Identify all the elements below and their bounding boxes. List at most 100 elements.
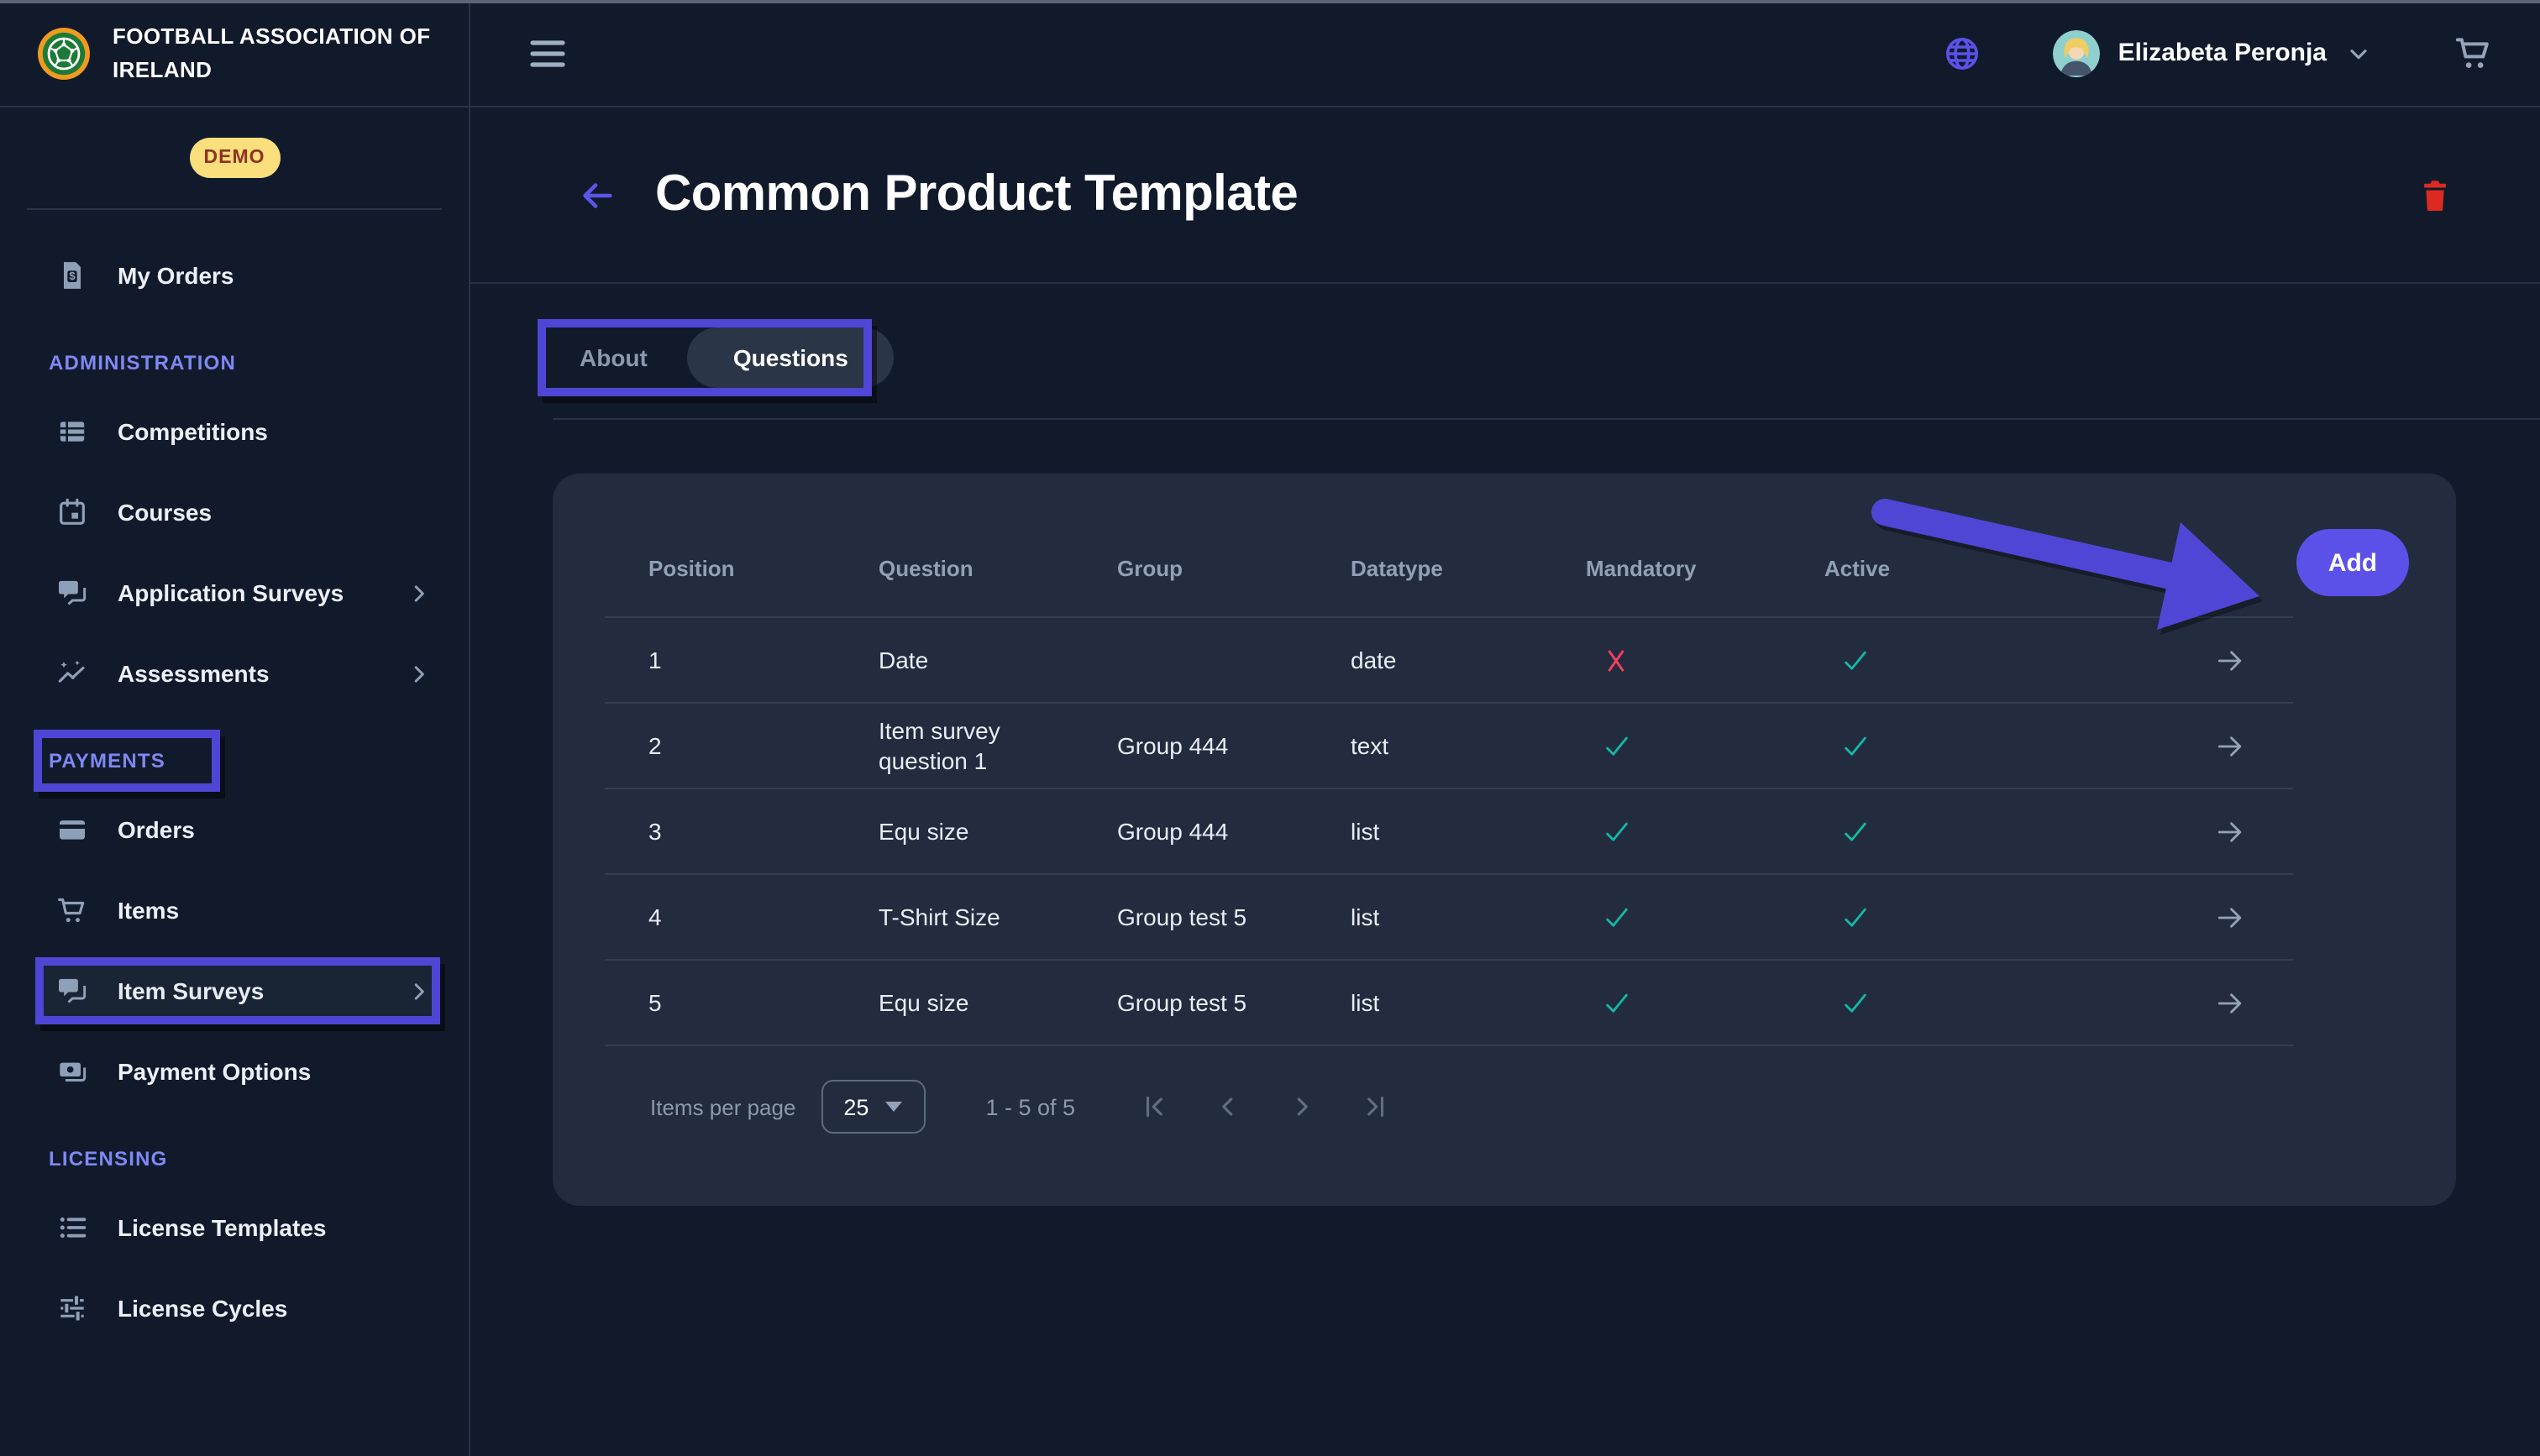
last-page-button[interactable]: [1361, 1092, 1391, 1122]
section-header-administration: ADMINISTRATION: [0, 349, 469, 374]
items-per-page-label: Items per page: [650, 1094, 795, 1119]
cell-question: Equ size: [835, 987, 1073, 1018]
cell-group: Group 444: [1073, 732, 1307, 759]
mandatory-check-icon: [1603, 817, 1631, 846]
questions-card: Add Position Question Group Datatype Man…: [553, 474, 2456, 1206]
user-menu[interactable]: Elizabeta Peronja: [2053, 29, 2372, 76]
active-check-icon: [1841, 903, 1870, 931]
tabs-row: About Questions: [470, 284, 2540, 418]
main-content: Common Product Template About Questions: [470, 107, 2540, 1456]
previous-page-button[interactable]: [1213, 1092, 1243, 1122]
column-header-mandatory: Mandatory: [1542, 556, 1781, 581]
org-name: FOOTBALL ASSOCIATION OF IRELAND: [113, 20, 431, 86]
first-page-button[interactable]: [1139, 1092, 1169, 1122]
cell-mandatory: [1542, 903, 1781, 931]
sidebar-item-label: Competitions: [118, 418, 268, 445]
active-check-icon: [1841, 988, 1870, 1017]
open-row-button[interactable]: [2214, 815, 2246, 847]
menu-toggle-button[interactable]: [529, 38, 566, 68]
cell-question: Equ size: [835, 816, 1073, 846]
pagination-range: 1 - 5 of 5: [985, 1094, 1075, 1119]
next-page-button[interactable]: [1287, 1092, 1317, 1122]
tab-questions[interactable]: Questions: [688, 327, 894, 388]
cell-mandatory: [1542, 988, 1781, 1017]
tab-about[interactable]: About: [573, 327, 654, 388]
mandatory-check-icon: [1603, 988, 1631, 1017]
sidebar-item-payment-options[interactable]: Payment Options: [0, 1031, 469, 1112]
cell-position: 2: [605, 732, 835, 759]
page-title: Common Product Template: [655, 166, 2380, 223]
cell-mandatory: [1542, 817, 1781, 846]
list-bulleted-icon: [55, 1211, 89, 1244]
active-check-icon: [1841, 646, 1870, 674]
open-row-button[interactable]: [2214, 901, 2246, 933]
globe-icon: [1942, 33, 1982, 73]
cell-group: Group 444: [1073, 818, 1307, 845]
cell-active: [1781, 903, 2019, 931]
add-question-button[interactable]: Add: [2296, 529, 2409, 596]
cell-position: 4: [605, 903, 835, 930]
cell-datatype: list: [1307, 818, 1542, 845]
caret-down-icon: [885, 1102, 902, 1112]
sidebar-item-label: License Cycles: [118, 1295, 287, 1322]
topbar: FOOTBALL ASSOCIATION OF IRELAND: [0, 0, 2540, 107]
chat-survey-icon: [55, 974, 89, 1008]
sliders-icon: [55, 1291, 89, 1325]
cell-datatype: text: [1307, 732, 1542, 759]
cell-mandatory: [1542, 646, 1781, 674]
sidebar-item-label: Orders: [118, 816, 195, 843]
cell-active: [1781, 817, 2019, 846]
sidebar-item-license-templates[interactable]: License Templates: [0, 1187, 469, 1268]
cart-button[interactable]: [2453, 32, 2495, 74]
cell-active: [1781, 988, 2019, 1017]
cell-group: Group test 5: [1073, 989, 1307, 1016]
sidebar-item-assessments[interactable]: Assessments: [0, 633, 469, 714]
sidebar-item-label: License Templates: [118, 1214, 327, 1241]
cell-datatype: date: [1307, 647, 1542, 673]
sidebar-nav: $ My Orders ADMINISTRATION Comp: [0, 235, 469, 1349]
open-row-button[interactable]: [2214, 644, 2246, 676]
sidebar-item-items[interactable]: Items: [0, 870, 469, 951]
tabs-divider: [553, 418, 2540, 420]
cell-open: [2019, 644, 2293, 676]
sidebar-item-orders[interactable]: Orders: [0, 789, 469, 870]
sidebar-item-label: Courses: [118, 499, 212, 526]
language-button[interactable]: [1942, 33, 1982, 73]
table-row[interactable]: 2 Item survey question 1 Group 444 text: [605, 704, 2293, 789]
cell-datatype: list: [1307, 903, 1542, 930]
sidebar-item-label: Application Surveys: [118, 579, 344, 606]
sidebar-item-competitions[interactable]: Competitions: [0, 391, 469, 472]
sidebar-item-application-surveys[interactable]: Application Surveys: [0, 553, 469, 633]
table-row[interactable]: 4 T-Shirt Size Group test 5 list: [605, 875, 2293, 961]
sidebar-item-license-cycles[interactable]: License Cycles: [0, 1268, 469, 1349]
table-row[interactable]: 3 Equ size Group 444 list: [605, 789, 2293, 875]
table-row[interactable]: 1 Date date: [605, 618, 2293, 704]
cell-active: [1781, 646, 2019, 674]
brand-logo-block[interactable]: FOOTBALL ASSOCIATION OF IRELAND: [0, 0, 470, 106]
app-window: FOOTBALL ASSOCIATION OF IRELAND: [0, 0, 2540, 1456]
hamburger-icon: [529, 38, 566, 68]
chevron-right-icon: [407, 580, 432, 605]
calendar-icon: [55, 495, 89, 529]
sidebar-item-item-surveys[interactable]: Item Surveys: [0, 951, 469, 1031]
table-list-icon: [55, 415, 89, 448]
sidebar-item-courses[interactable]: Courses: [0, 472, 469, 553]
sidebar-item-label: Items: [118, 897, 179, 924]
sidebar-item-my-orders[interactable]: $ My Orders: [0, 235, 469, 316]
chevron-down-icon: [2345, 39, 2372, 66]
back-button[interactable]: [578, 175, 617, 214]
open-row-button[interactable]: [2214, 730, 2246, 762]
cell-active: [1781, 731, 2019, 760]
cell-open: [2019, 987, 2293, 1019]
banknote-icon: [55, 1055, 89, 1088]
delete-template-button[interactable]: [2419, 177, 2451, 212]
sidebar-item-label: Assessments: [118, 660, 270, 687]
column-header-question: Question: [835, 556, 1073, 581]
table-row[interactable]: 5 Equ size Group test 5 list: [605, 961, 2293, 1046]
open-row-button[interactable]: [2214, 987, 2246, 1019]
mandatory-check-icon: [1603, 903, 1631, 931]
mandatory-x-icon: [1603, 646, 1629, 674]
page-body: DEMO $ My Orders ADMINISTRATION: [0, 107, 2540, 1456]
page-size-select[interactable]: 25: [821, 1080, 925, 1134]
receipt-dollar-icon: $: [55, 259, 89, 292]
